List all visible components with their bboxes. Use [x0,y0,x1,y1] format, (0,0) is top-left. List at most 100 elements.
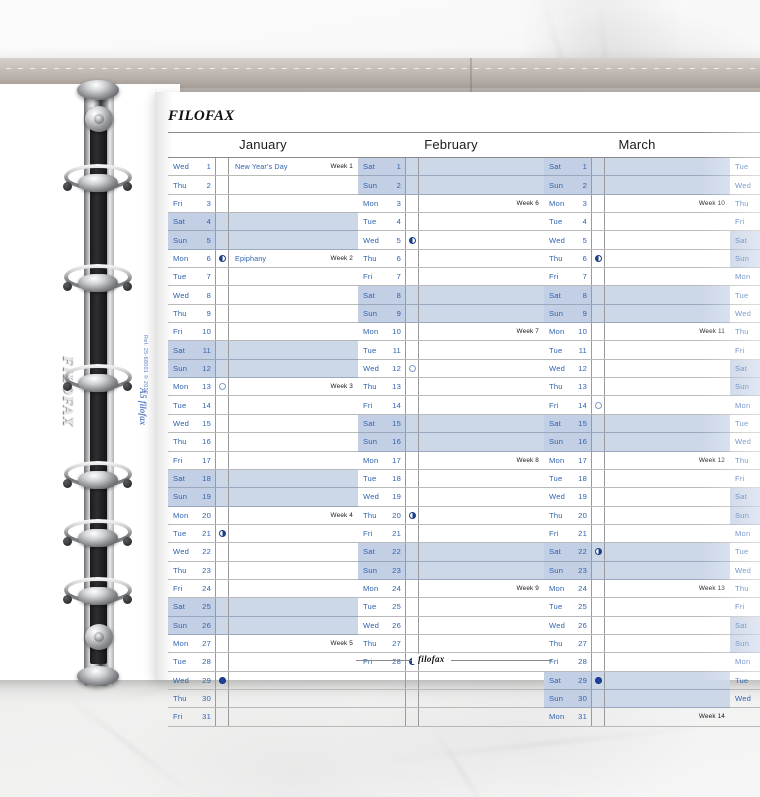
notes-cell[interactable]: Week 3 [229,378,358,395]
day-row[interactable]: Fri 11 [730,341,760,360]
day-row[interactable]: Thu 6 [358,249,544,269]
notes-cell[interactable] [419,341,544,358]
day-row[interactable]: Fri 4 [730,213,760,232]
notes-cell[interactable]: Week 9 [419,580,544,597]
day-row[interactable]: Thu 27 [358,634,544,654]
day-row[interactable] [730,708,760,727]
notes-cell[interactable] [229,323,358,340]
day-row[interactable]: Wed 1 New Year's Day Week 1 [168,158,358,177]
day-row[interactable]: Tue 11 [544,341,730,360]
notes-cell[interactable] [419,414,544,433]
day-row[interactable]: Fri 21 [544,524,730,544]
day-row[interactable]: Sun 27 [730,634,760,654]
notes-cell[interactable] [229,213,358,231]
day-row[interactable] [358,689,544,709]
day-row[interactable]: Sat 1 [358,158,544,177]
day-row[interactable]: Sun 2 [358,176,544,195]
notes-cell[interactable] [419,561,544,579]
day-row[interactable]: Sun 9 [544,304,730,324]
day-row[interactable]: Sat 1 [544,158,730,177]
notes-cell[interactable] [419,507,544,524]
day-row[interactable]: Mon 3 Week 6 [358,194,544,214]
notes-cell[interactable] [419,268,544,285]
notes-cell[interactable] [605,525,730,542]
notes-cell[interactable]: New Year's Day Week 1 [229,158,358,175]
day-row[interactable]: Tue 25 [544,598,730,617]
day-row[interactable]: Thu 9 [168,304,358,324]
day-row[interactable]: Mon 24 Week 13 [544,579,730,599]
day-row[interactable]: Wed 2 [730,176,760,195]
day-row[interactable]: Thu 10 [730,323,760,342]
notes-cell[interactable] [229,672,358,689]
notes-cell[interactable] [605,360,730,377]
day-row[interactable]: Sat 15 [544,414,730,434]
day-row[interactable]: Tue 25 [358,598,544,617]
day-row[interactable]: Thu 17 [730,452,760,470]
notes-cell[interactable] [229,433,358,450]
day-row[interactable]: Sat 18 [168,469,358,489]
notes-cell[interactable] [419,470,544,487]
day-row[interactable]: Wed 19 [358,488,544,507]
day-row[interactable]: Sun 6 [730,249,760,269]
notes-cell[interactable] [605,341,730,358]
day-row[interactable]: Thu 20 [544,506,730,525]
notes-cell[interactable]: Week 4 [229,507,358,524]
notes-cell[interactable]: Week 5 [229,635,358,652]
notes-cell[interactable] [229,305,358,322]
notes-cell[interactable] [605,470,730,487]
day-row[interactable]: Sun 26 [168,616,358,635]
notes-cell[interactable] [419,304,544,323]
day-row[interactable]: Sun 30 [544,689,730,709]
notes-cell[interactable] [419,378,544,395]
day-row[interactable]: Mon 10 Week 7 [358,323,544,342]
day-row[interactable]: Thu 13 [544,378,730,397]
notes-cell[interactable] [605,433,730,451]
notes-cell[interactable] [229,616,358,634]
day-row[interactable]: Wed 5 [358,231,544,250]
day-row[interactable]: Sat 11 [168,341,358,360]
day-row[interactable]: Tue 28 [168,653,358,672]
notes-cell[interactable] [419,396,544,413]
notes-cell[interactable] [419,708,544,725]
day-row[interactable]: Sun 16 [544,433,730,452]
day-row[interactable]: Wed 8 [168,286,358,305]
day-row[interactable]: Sat 29 [544,671,730,690]
notes-cell[interactable] [419,231,544,248]
day-row[interactable]: Sat 22 [544,543,730,562]
notes-cell[interactable] [229,176,358,193]
notes-cell[interactable]: Week 14 [605,708,730,725]
day-row[interactable]: Sat 8 [544,286,730,305]
notes-cell[interactable] [229,231,358,249]
day-row[interactable]: Fri 24 [168,579,358,599]
notes-cell[interactable] [605,231,730,248]
notes-cell[interactable] [229,195,358,212]
day-row[interactable]: Wed 15 [168,414,358,434]
binder-thumb-screw-top[interactable] [85,106,113,132]
ring-binder-mechanism[interactable]: FILOFAX [60,80,132,686]
day-row[interactable]: Sat 5 [730,231,760,250]
notes-cell[interactable] [605,488,730,505]
notes-cell[interactable] [229,525,358,542]
notes-cell[interactable] [229,488,358,506]
notes-cell[interactable] [229,580,358,597]
day-row[interactable]: Sat 12 [730,359,760,379]
day-row[interactable]: Sun 13 [730,378,760,397]
day-row[interactable]: Tue 14 [168,396,358,415]
day-row[interactable]: Fri 17 [168,451,358,470]
day-row[interactable]: Mon 13 Week 3 [168,378,358,397]
day-row[interactable]: Thu 27 [544,634,730,654]
day-row[interactable]: Sat 25 [168,598,358,617]
day-row[interactable]: Tue 4 [544,213,730,232]
notes-cell[interactable] [419,617,544,634]
notes-cell[interactable] [229,690,358,707]
notes-cell[interactable] [605,250,730,267]
notes-cell[interactable] [419,598,544,615]
notes-cell[interactable] [229,415,358,432]
day-row[interactable]: Wed 5 [544,231,730,250]
notes-cell[interactable] [229,341,358,359]
day-row[interactable]: Wed 12 [358,359,544,379]
notes-cell[interactable]: Week 7 [419,323,544,340]
day-row[interactable]: Sat 15 [358,414,544,434]
day-row[interactable]: Sun 19 [168,488,358,507]
notes-cell[interactable] [419,158,544,176]
